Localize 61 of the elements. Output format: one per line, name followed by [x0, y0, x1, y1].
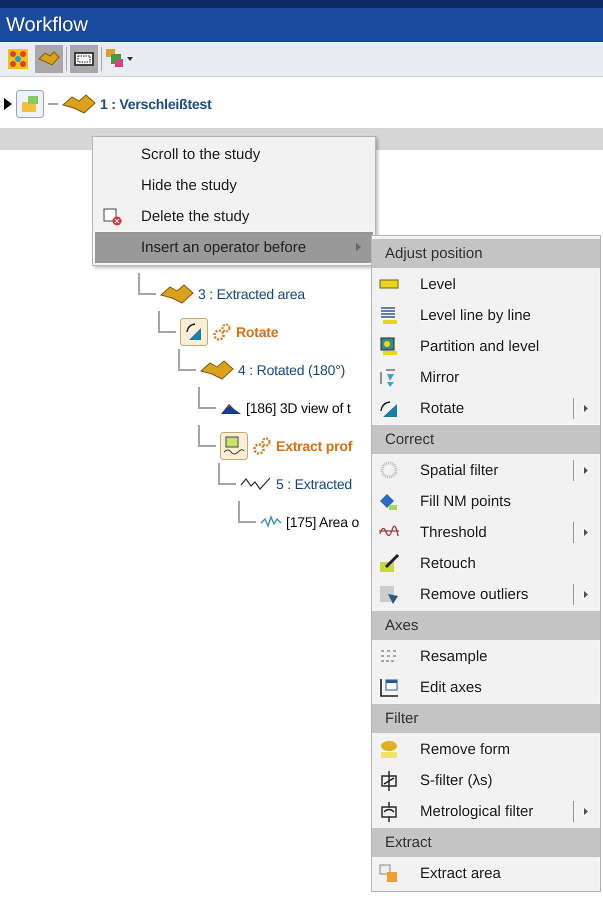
gear-icon [212, 322, 232, 342]
tree-connector [198, 387, 216, 409]
menu-item[interactable]: Fill NM points [372, 486, 600, 517]
terrain-icon [62, 93, 96, 115]
wave-icon [260, 514, 282, 530]
heatmap-icon [7, 48, 29, 70]
expand-arrow-icon[interactable] [4, 98, 12, 110]
menu-item[interactable]: Metrological filter [372, 796, 600, 827]
menu-item[interactable]: Spatial filter [372, 455, 600, 486]
menu-item[interactable]: Resample [372, 641, 600, 672]
tree-item[interactable]: [175] Area o [286, 514, 360, 530]
menu-item[interactable]: Rotate [372, 393, 600, 424]
menu-section-header: Correct [372, 425, 600, 454]
wave-icon [240, 476, 272, 492]
tree-item[interactable]: 5 : Extracted [276, 476, 352, 492]
tree-connector [178, 349, 196, 371]
outliers-icon [378, 584, 400, 606]
tree-connector [158, 311, 176, 333]
window-title: Workflow [0, 8, 603, 42]
menu-item[interactable]: Extract area [372, 858, 600, 889]
menu-item[interactable]: Retouch [372, 548, 600, 579]
menu-item[interactable]: Hide the study [95, 170, 373, 201]
form-icon [378, 739, 400, 761]
menu-section-header: Filter [372, 704, 600, 733]
menu-item[interactable]: Partition and level [372, 331, 600, 362]
menu-item[interactable]: Threshold [372, 517, 600, 548]
tree-connector [198, 425, 216, 447]
menu-item[interactable]: Edit axes [372, 672, 600, 703]
menu-item[interactable]: Remove form [372, 734, 600, 765]
menu-section-header: Extract [372, 828, 600, 857]
tree-connector [238, 501, 256, 523]
profile-tool-icon [220, 432, 248, 460]
menu-item[interactable]: Level [372, 269, 600, 300]
menu-item[interactable]: Mirror [372, 362, 600, 393]
tree-item[interactable]: 1 : Verschleißtest [100, 96, 212, 112]
fill-icon [378, 491, 400, 513]
toolbar-button[interactable] [70, 45, 98, 73]
tree-item[interactable]: [186] 3D view of t [246, 400, 351, 416]
extract-icon [378, 863, 400, 885]
lines-icon [378, 305, 400, 327]
menu-item[interactable]: Insert an operator before [95, 232, 373, 263]
rotate-tool-icon [180, 318, 208, 346]
terrain-icon [200, 359, 234, 381]
menu-item[interactable]: Delete the study [95, 201, 373, 232]
study-icon [16, 90, 44, 118]
menu-item[interactable]: Remove outliers [372, 579, 600, 610]
menu-section-header: Axes [372, 611, 600, 640]
menu-section-header: Adjust position [372, 239, 600, 268]
menu-item[interactable]: Scroll to the study [95, 139, 373, 170]
tree-connector [218, 463, 236, 485]
tree-connector [138, 273, 156, 295]
tree-item[interactable]: 3 : Extracted area [198, 286, 305, 302]
brush-icon [378, 553, 400, 575]
terrain-icon [160, 283, 194, 305]
partition-icon [378, 336, 400, 358]
gear-icon [252, 436, 272, 456]
menu-item[interactable]: Level line by line [372, 300, 600, 331]
axes-icon [378, 677, 400, 699]
tree-item[interactable]: 4 : Rotated (180°) [238, 362, 346, 378]
delete-icon [103, 208, 123, 226]
menu-item[interactable]: S-filter (λs) [372, 765, 600, 796]
